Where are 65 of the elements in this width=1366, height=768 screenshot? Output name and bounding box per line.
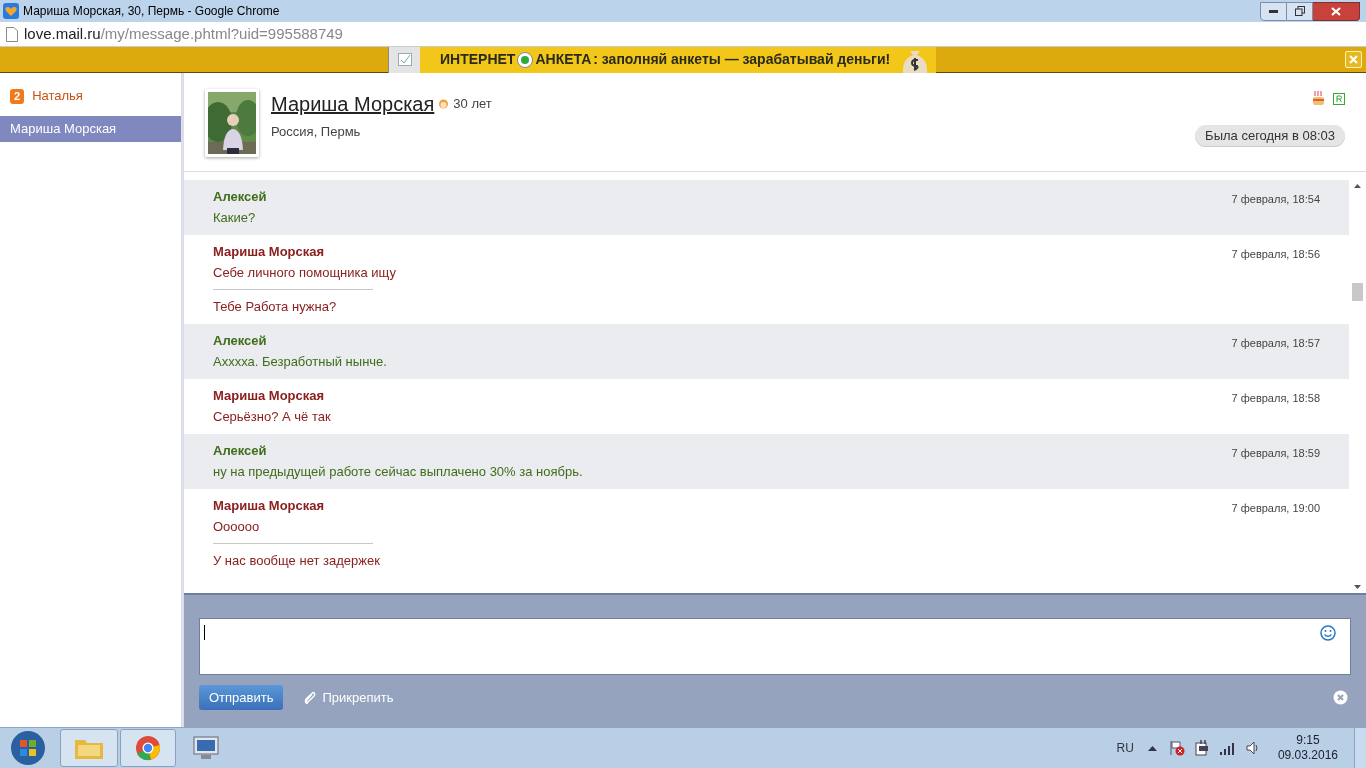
message-author: Мариша Морская	[213, 498, 326, 514]
signal-icon[interactable]	[1219, 741, 1236, 755]
taskbar-app[interactable]	[120, 729, 176, 767]
message-text: Ахххха. Безработный нынче.	[213, 354, 388, 370]
window-title: Мариша Морская, 30, Пермь - Google Chrome	[23, 3, 280, 20]
start-button[interactable]	[8, 728, 48, 768]
send-button[interactable]: Отправить	[199, 685, 284, 710]
contact-name: Наталья	[32, 87, 83, 106]
speaker-icon[interactable]	[1245, 741, 1260, 755]
message-author: Мариша Морская	[213, 244, 326, 260]
profile-age: 30 лет	[453, 95, 492, 114]
message-time: 7 февраля, 18:54	[1231, 192, 1320, 207]
restore-button[interactable]	[1287, 1, 1313, 21]
minimize-button[interactable]	[1260, 1, 1287, 21]
url-path: /my/message.phtml?uid=995588749	[100, 23, 343, 44]
message-time: 7 февраля, 19:00	[1231, 501, 1320, 516]
message-author: Алексей	[213, 189, 268, 205]
check-icon	[397, 53, 412, 66]
contact-item[interactable]: 2 Наталья	[0, 86, 181, 106]
message-text: Серьёзно? А чё так	[213, 409, 332, 425]
r-icon	[1333, 92, 1345, 105]
close-icon	[1331, 6, 1341, 16]
message-author: Мариша Морская	[213, 388, 326, 404]
paperclip-icon	[303, 690, 318, 705]
restore-icon	[1294, 6, 1305, 16]
message-author: Алексей	[213, 333, 268, 349]
profile-name-link[interactable]: Мариша Морская	[271, 89, 435, 119]
caret-icon[interactable]	[1147, 745, 1157, 751]
unread-badge: 2	[10, 88, 25, 104]
message-time: 7 февраля, 18:59	[1231, 446, 1320, 461]
message-time: 7 февраля, 18:57	[1231, 336, 1320, 351]
message-input[interactable]	[199, 618, 1351, 675]
flag-icon[interactable]	[1168, 740, 1185, 756]
clock-date: 09.03.2016	[1277, 748, 1338, 763]
power-plug-icon[interactable]	[1194, 740, 1210, 756]
message-text: Оооооо	[213, 519, 261, 535]
ad-banner[interactable]: ИНТЕРНЕТ АНКЕТА: заполняй анкеты — зарабатывай деньги!	[0, 47, 1366, 73]
message-time: 7 февраля, 18:58	[1231, 391, 1320, 406]
minimize-icon	[1269, 9, 1278, 13]
message-text: У нас вообще нет задержек	[213, 553, 381, 569]
brand-left: ИНТЕРНЕТ	[440, 50, 516, 69]
girl-icon	[438, 98, 450, 110]
clock-time: 9:15	[1296, 733, 1320, 748]
message-text: Себе личного помощника ищу	[213, 265, 397, 281]
url-host: love.mail.ru	[24, 23, 101, 44]
profile-location: Россия, Пермь	[271, 123, 362, 141]
target-icon	[517, 51, 534, 68]
brand-right: АНКЕТА	[535, 50, 592, 69]
close-icon	[1349, 55, 1358, 64]
close-button[interactable]	[1313, 1, 1360, 21]
page-icon	[6, 26, 18, 42]
browser-icon	[135, 735, 161, 761]
message-time: 7 февраля, 18:56	[1231, 247, 1320, 262]
clock[interactable]: 9:15 09.03.2016	[1277, 733, 1338, 763]
message-text: Тебе Работа нужна?	[213, 299, 338, 315]
smiley-icon[interactable]	[1320, 625, 1336, 641]
message-text: Какие?	[213, 210, 257, 226]
close-icon[interactable]	[1333, 690, 1348, 705]
last-seen-badge: Была сегодня в 08:03	[1195, 125, 1345, 147]
message-text: ну на предыдущей работе сейчас выплачено 30% за ноябрь.	[213, 464, 584, 480]
banner-text: : заполняй анкеты — зарабатывай деньги!	[593, 50, 891, 69]
language-indicator[interactable]: RU	[1116, 739, 1134, 757]
monitor-icon	[191, 735, 221, 761]
message-author: Алексей	[213, 443, 268, 459]
cake-icon	[1312, 91, 1325, 106]
